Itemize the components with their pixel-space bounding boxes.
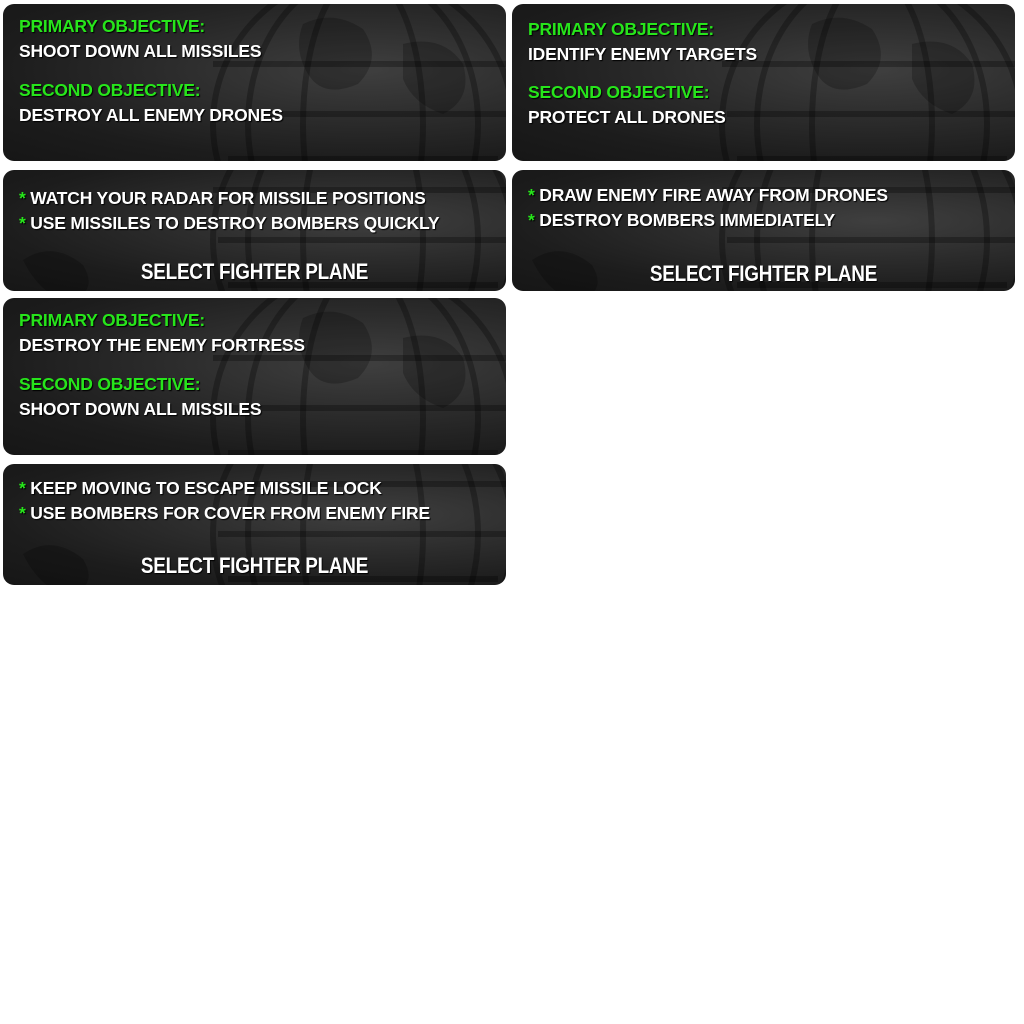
- mission-3-objectives-panel: PRIMARY OBJECTIVE: DESTROY THE ENEMY FOR…: [3, 298, 506, 455]
- bullet-star-icon: *: [19, 478, 26, 498]
- bullet-star-icon: *: [19, 213, 26, 233]
- tip-1-text: DRAW ENEMY FIRE AWAY FROM DRONES: [539, 185, 888, 205]
- tip-1: * KEEP MOVING TO ESCAPE MISSILE LOCK: [19, 478, 382, 499]
- second-objective-label: SECOND OBJECTIVE:: [528, 82, 710, 102]
- primary-objective-text: DESTROY THE ENEMY FORTRESS: [19, 335, 305, 355]
- primary-objective-label: PRIMARY OBJECTIVE:: [19, 16, 206, 36]
- tip-2: * DESTROY BOMBERS IMMEDIATELY: [528, 210, 835, 231]
- tip-2-text: USE BOMBERS FOR COVER FROM ENEMY FIRE: [30, 503, 430, 523]
- tip-1: * WATCH YOUR RADAR FOR MISSILE POSITIONS: [19, 188, 426, 209]
- primary-objective-label: PRIMARY OBJECTIVE:: [19, 310, 206, 330]
- bullet-star-icon: *: [19, 188, 26, 208]
- tip-2-text: DESTROY BOMBERS IMMEDIATELY: [539, 210, 835, 230]
- bullet-star-icon: *: [528, 210, 535, 230]
- mission-2-tips-panel: * DRAW ENEMY FIRE AWAY FROM DRONES * DES…: [512, 170, 1015, 291]
- select-fighter-plane-button[interactable]: SELECT FIGHTER PLANE: [38, 259, 471, 285]
- second-objective-text: SHOOT DOWN ALL MISSILES: [19, 399, 262, 419]
- select-fighter-plane-button[interactable]: SELECT FIGHTER PLANE: [547, 261, 980, 287]
- mission-1-objectives-panel: PRIMARY OBJECTIVE: SHOOT DOWN ALL MISSIL…: [3, 4, 506, 161]
- bullet-star-icon: *: [19, 503, 26, 523]
- bullet-star-icon: *: [528, 185, 535, 205]
- second-objective-label: SECOND OBJECTIVE:: [19, 80, 201, 100]
- tip-1-text: WATCH YOUR RADAR FOR MISSILE POSITIONS: [30, 188, 426, 208]
- tip-2-text: USE MISSILES TO DESTROY BOMBERS QUICKLY: [30, 213, 440, 233]
- select-fighter-plane-button[interactable]: SELECT FIGHTER PLANE: [38, 553, 471, 579]
- mission-2-objectives-panel: PRIMARY OBJECTIVE: IDENTIFY ENEMY TARGET…: [512, 4, 1015, 161]
- tip-2: * USE MISSILES TO DESTROY BOMBERS QUICKL…: [19, 213, 440, 234]
- second-objective-text: DESTROY ALL ENEMY DRONES: [19, 105, 283, 125]
- primary-objective-label: PRIMARY OBJECTIVE:: [528, 19, 715, 39]
- second-objective-text: PROTECT ALL DRONES: [528, 107, 726, 127]
- tip-2: * USE BOMBERS FOR COVER FROM ENEMY FIRE: [19, 503, 430, 524]
- second-objective-label: SECOND OBJECTIVE:: [19, 374, 201, 394]
- tip-1-text: KEEP MOVING TO ESCAPE MISSILE LOCK: [30, 478, 382, 498]
- tip-1: * DRAW ENEMY FIRE AWAY FROM DRONES: [528, 185, 888, 206]
- mission-1-tips-panel: * WATCH YOUR RADAR FOR MISSILE POSITIONS…: [3, 170, 506, 291]
- primary-objective-text: IDENTIFY ENEMY TARGETS: [528, 44, 757, 64]
- primary-objective-text: SHOOT DOWN ALL MISSILES: [19, 41, 262, 61]
- mission-3-tips-panel: * KEEP MOVING TO ESCAPE MISSILE LOCK * U…: [3, 464, 506, 585]
